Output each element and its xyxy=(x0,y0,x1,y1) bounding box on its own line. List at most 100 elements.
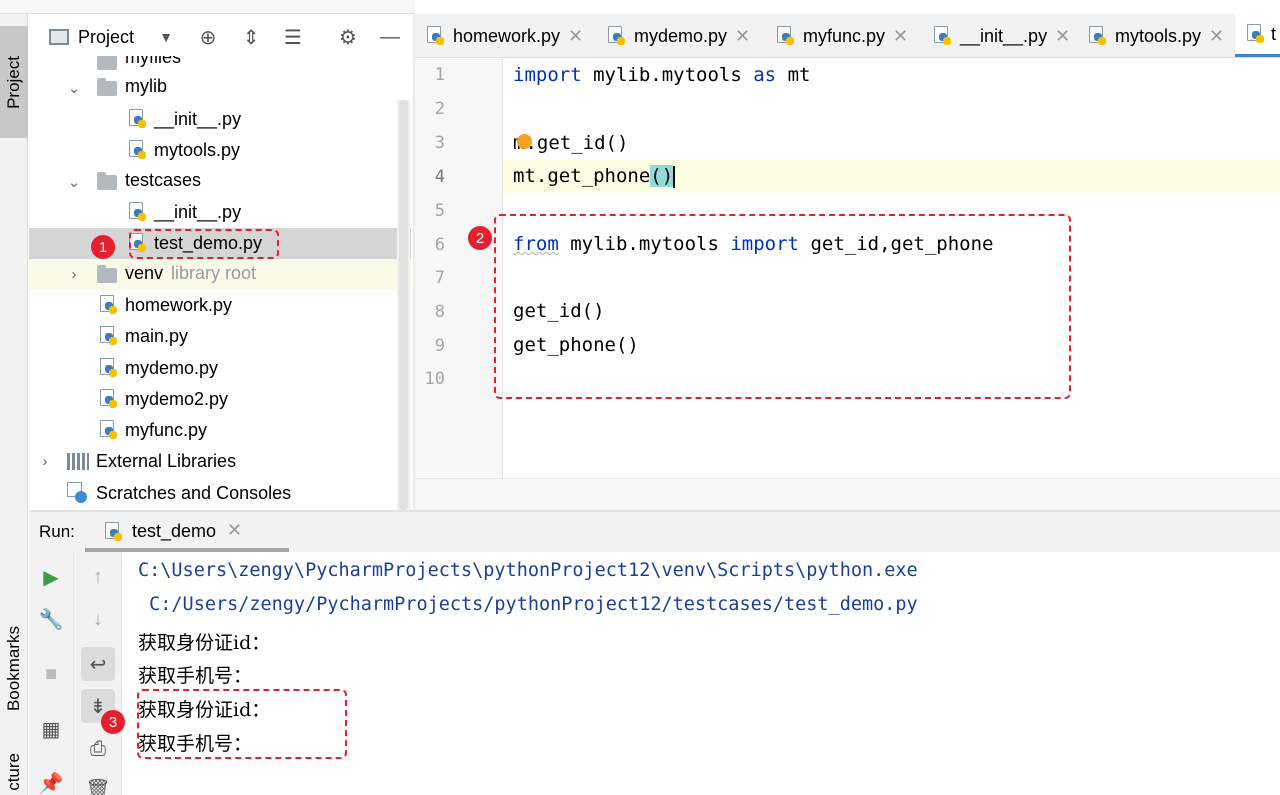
tree-item-mydemo2[interactable]: mydemo2.py xyxy=(29,384,397,415)
python-file-icon xyxy=(608,26,626,46)
tree-item-mylib-init[interactable]: __init__.py xyxy=(29,104,397,135)
tab-init[interactable]: __init__.py ✕ xyxy=(934,14,1070,57)
console-line: C:/Users/zengy/PycharmProjects/pythonPro… xyxy=(138,594,918,615)
tab-homework[interactable]: homework.py ✕ xyxy=(427,14,583,57)
close-icon[interactable]: ✕ xyxy=(227,520,242,541)
code-line-3: m.get_id() xyxy=(513,132,628,154)
left-tool-stripe: Project Bookmarks cture xyxy=(0,14,28,795)
line-number: 5 xyxy=(434,201,445,221)
tab-label: homework.py xyxy=(453,25,561,46)
python-file-icon xyxy=(427,26,445,46)
python-file-icon xyxy=(934,26,952,46)
close-icon[interactable]: ✕ xyxy=(1209,26,1224,47)
line-number: 10 xyxy=(424,369,445,389)
tree-item-label: __init__.py xyxy=(154,109,242,129)
pycharm-window: Project Bookmarks cture Project ▼ ⊕ ⇕ ☰ … xyxy=(0,0,1280,795)
folder-icon xyxy=(97,56,117,70)
pin-icon[interactable]: 📌 xyxy=(34,766,68,795)
chevron-right-icon[interactable]: › xyxy=(37,453,53,470)
tree-item-label: mytools.py xyxy=(154,140,241,160)
structure-tool-tab[interactable]: cture xyxy=(0,749,28,795)
tree-item-testcases[interactable]: ⌄ testcases xyxy=(29,166,397,197)
python-file-icon xyxy=(129,140,147,160)
line-number: 2 xyxy=(434,99,445,119)
annotation-badge-1: 1 xyxy=(91,235,115,259)
line-number: 1 xyxy=(434,65,445,85)
soft-wrap-icon[interactable]: ↩ xyxy=(81,647,115,681)
chevron-down-icon[interactable]: ⌄ xyxy=(66,80,82,97)
project-view-icon xyxy=(49,29,69,45)
tree-item-testcases-init[interactable]: __init__.py xyxy=(29,197,397,228)
tree-item-label: External Libraries xyxy=(96,451,237,471)
wrench-icon[interactable]: 🔧 xyxy=(34,602,68,636)
python-file-icon xyxy=(129,202,147,222)
tree-item-label: myfiles xyxy=(125,56,182,67)
arrow-up-icon[interactable]: ↑ xyxy=(81,560,115,594)
tree-item-homework[interactable]: homework.py xyxy=(29,290,397,321)
annotation-box-1 xyxy=(129,229,279,259)
tab-label: myfunc.py xyxy=(803,25,886,46)
tree-item-label: mydemo.py xyxy=(125,358,219,378)
annotation-badge-3: 3 xyxy=(101,710,125,734)
project-view-selector[interactable]: Project xyxy=(78,27,134,48)
python-file-icon xyxy=(100,420,118,440)
tree-item-label: testcases xyxy=(125,170,202,190)
chevron-down-icon[interactable]: ⌄ xyxy=(66,174,82,191)
run-tab-label: test_demo xyxy=(132,521,217,541)
tab-mytools[interactable]: mytools.py ✕ xyxy=(1089,14,1224,57)
tab-test-demo[interactable]: t xyxy=(1235,14,1280,57)
run-toolbar-secondary: ↑ ↓ ↩ ⇟ ⎙ 🗑 xyxy=(74,552,122,795)
gear-icon[interactable]: ⚙ xyxy=(334,23,362,51)
tree-item-external-libraries[interactable]: › External Libraries xyxy=(29,446,397,477)
chevron-down-icon[interactable]: ▼ xyxy=(152,23,180,51)
tree-item-mytools[interactable]: mytools.py xyxy=(29,135,397,166)
close-icon[interactable]: ✕ xyxy=(893,26,908,47)
close-icon[interactable]: ✕ xyxy=(735,26,750,47)
tab-myfunc[interactable]: myfunc.py ✕ xyxy=(777,14,908,57)
tree-item-label: __init__.py xyxy=(154,202,242,222)
console-line: C:\Users\zengy\PycharmProjects\pythonPro… xyxy=(138,560,918,581)
project-tool-tab[interactable]: Project xyxy=(0,26,28,138)
project-panel-header: Project ▼ ⊕ ⇕ ☰ ⚙ — xyxy=(29,18,414,56)
tree-item-label: venv xyxy=(125,263,164,283)
tab-label: mytools.py xyxy=(1115,25,1202,46)
stop-icon[interactable]: ■ xyxy=(34,657,68,691)
tree-scrollbar[interactable] xyxy=(397,100,410,512)
run-tab-test-demo[interactable]: test_demo ✕ xyxy=(85,512,289,552)
line-number: 9 xyxy=(434,336,445,356)
tree-item-scratches[interactable]: Scratches and Consoles xyxy=(29,478,397,509)
tree-item-label: main.py xyxy=(125,326,189,346)
tree-item-label: mylib xyxy=(125,76,168,96)
layout-icon[interactable]: ▦ xyxy=(34,712,68,746)
python-file-icon xyxy=(100,326,118,346)
console-line: 获取身份证id： xyxy=(138,632,271,654)
locate-file-icon[interactable]: ⊕ xyxy=(194,23,222,51)
tab-mydemo[interactable]: mydemo.py ✕ xyxy=(608,14,750,57)
tree-item-venv[interactable]: › venv library root xyxy=(29,259,411,290)
package-folder-icon xyxy=(97,172,117,190)
close-icon[interactable]: ✕ xyxy=(568,26,583,47)
editor-tab-bar: homework.py ✕ mydemo.py ✕ myfunc.py ✕ __… xyxy=(415,14,1280,58)
tree-item-myfunc[interactable]: myfunc.py xyxy=(29,415,397,446)
trash-icon[interactable]: 🗑 xyxy=(81,772,115,795)
project-tool-tab-label: Project xyxy=(4,55,23,109)
tree-item-main[interactable]: main.py xyxy=(29,321,397,352)
rerun-icon[interactable]: ▶ xyxy=(34,560,68,594)
hide-panel-icon[interactable]: — xyxy=(376,23,404,51)
navigation-bar xyxy=(0,0,415,14)
collapse-all-icon[interactable]: ☰ xyxy=(279,23,307,51)
arrow-down-icon[interactable]: ↓ xyxy=(81,602,115,636)
chevron-right-icon[interactable]: › xyxy=(66,266,82,283)
bookmarks-tool-tab[interactable]: Bookmarks xyxy=(0,594,28,744)
python-file-icon xyxy=(1247,24,1265,44)
libraries-icon xyxy=(67,453,89,470)
close-icon[interactable]: ✕ xyxy=(1055,26,1070,47)
tree-item-mylib[interactable]: ⌄ mylib xyxy=(29,72,397,103)
print-icon[interactable]: ⎙ xyxy=(81,732,115,766)
structure-tool-tab-label: cture xyxy=(4,753,23,791)
bookmarks-tool-tab-label: Bookmarks xyxy=(4,626,23,712)
python-file-icon xyxy=(100,389,118,409)
expand-all-icon[interactable]: ⇕ xyxy=(237,23,265,51)
tree-item-mydemo[interactable]: mydemo.py xyxy=(29,353,397,384)
annotation-box-2 xyxy=(494,214,1071,399)
